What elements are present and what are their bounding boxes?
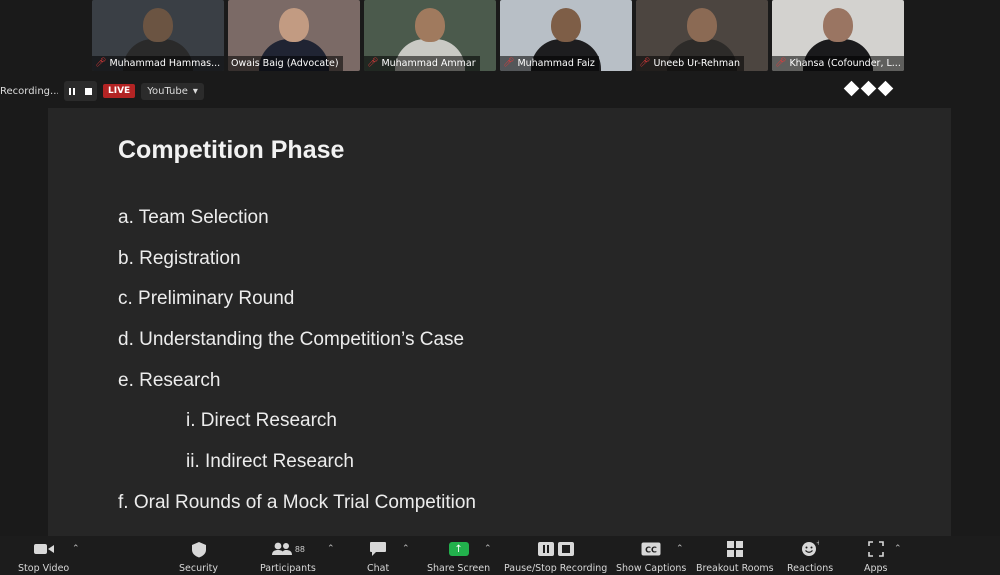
slide-bullet-item: c. Preliminary Round bbox=[118, 288, 295, 310]
video-options-caret-icon[interactable]: ⌃ bbox=[72, 544, 80, 554]
svg-text:CC: CC bbox=[645, 546, 657, 555]
apps-button[interactable]: Apps bbox=[864, 540, 888, 575]
slide-bullet-item: b. Registration bbox=[118, 247, 241, 269]
breakout-rooms-button[interactable]: Breakout Rooms bbox=[696, 540, 774, 575]
slide-title: Competition Phase bbox=[118, 136, 345, 164]
chat-button[interactable]: Chat bbox=[367, 540, 389, 575]
participants-button[interactable]: 88 Participants bbox=[260, 540, 316, 575]
participant-tile[interactable]: 🎤︎ Muhammad Hammas... bbox=[92, 0, 224, 71]
meeting-toolbar: Stop Video ⌃ Security 88 Participants ⌃ … bbox=[0, 536, 1000, 575]
participant-nameplate: 🎤︎ Muhammad Ammar bbox=[364, 56, 480, 71]
slide-bullet-item: e. Research bbox=[118, 369, 221, 391]
participant-name: Muhammad Hammas... bbox=[109, 58, 221, 69]
participant-tile[interactable]: Owais Baig (Advocate) bbox=[228, 0, 360, 71]
stop-video-button[interactable]: Stop Video bbox=[18, 540, 69, 575]
participant-tile[interactable]: 🎤︎ Muhammad Faiz bbox=[500, 0, 632, 71]
share-options-caret-icon[interactable]: ⌃ bbox=[484, 544, 492, 554]
slide-bullet-item: d. Understanding the Competition’s Case bbox=[118, 329, 465, 351]
participant-tile[interactable]: 🎤︎ Khansa (Cofounder, L... bbox=[772, 0, 904, 71]
shield-icon bbox=[191, 540, 207, 558]
participant-face bbox=[551, 8, 581, 42]
apps-icon bbox=[867, 540, 884, 558]
view-options-icon[interactable] bbox=[843, 80, 894, 97]
participant-face bbox=[279, 8, 309, 42]
share-screen-label: Share Screen bbox=[427, 563, 491, 574]
show-captions-label: Show Captions bbox=[616, 563, 687, 574]
participant-name: Khansa (Cofounder, L... bbox=[789, 58, 901, 69]
apps-options-caret-icon[interactable]: ⌃ bbox=[894, 544, 902, 554]
participant-tile[interactable]: 🎤︎ Muhammad Ammar bbox=[364, 0, 496, 71]
stop-video-label: Stop Video bbox=[18, 563, 70, 574]
recording-status: Recording... bbox=[0, 85, 58, 97]
participant-face bbox=[823, 8, 853, 42]
pause-stop-recording-label: Pause/Stop Recording bbox=[504, 563, 608, 574]
participant-name: Muhammad Ammar bbox=[381, 58, 476, 69]
video-camera-icon bbox=[33, 540, 55, 558]
closed-captions-icon: CC bbox=[641, 540, 661, 558]
apps-label: Apps bbox=[864, 563, 888, 574]
reactions-button[interactable]: + Reactions bbox=[787, 540, 833, 575]
live-badge: LIVE bbox=[103, 84, 136, 98]
participants-icon: 88 bbox=[271, 540, 305, 558]
recording-controls bbox=[64, 81, 97, 101]
grid-icon bbox=[726, 540, 743, 558]
chevron-down-icon: ▾ bbox=[192, 85, 198, 97]
security-label: Security bbox=[179, 563, 219, 574]
breakout-rooms-label: Breakout Rooms bbox=[696, 563, 774, 574]
slide-bullet-list: a. Team Selection b. Registration c. Preli… bbox=[118, 204, 476, 530]
participants-count: 88 bbox=[294, 544, 305, 554]
participant-face bbox=[143, 8, 173, 42]
participant-name: Muhammad Faiz bbox=[517, 58, 595, 69]
participant-nameplate: 🎤︎ Khansa (Cofounder, L... bbox=[772, 56, 904, 71]
stream-label: YouTube bbox=[147, 85, 188, 97]
recording-bar: Recording... LIVE YouTube ▾ bbox=[0, 80, 204, 102]
mic-muted-icon: 🎤︎ bbox=[367, 58, 379, 68]
shared-slide: Competition Phase a. Team Selection b. Re… bbox=[48, 108, 951, 536]
chat-label: Chat bbox=[367, 563, 390, 574]
participant-nameplate: 🎤︎ Uneeb Ur-Rehman bbox=[636, 56, 744, 71]
security-button[interactable]: Security bbox=[179, 540, 218, 575]
reactions-label: Reactions bbox=[787, 563, 834, 574]
chat-bubble-icon bbox=[369, 540, 387, 558]
chat-options-caret-icon[interactable]: ⌃ bbox=[402, 544, 410, 554]
svg-text:+: + bbox=[816, 540, 819, 547]
stream-selector[interactable]: YouTube ▾ bbox=[141, 82, 204, 100]
pause-recording-icon[interactable] bbox=[69, 87, 75, 95]
participant-name: Uneeb Ur-Rehman bbox=[653, 58, 740, 69]
slide-bullet-item: ii. Indirect Research bbox=[186, 451, 354, 473]
mic-muted-icon: 🎤︎ bbox=[775, 58, 787, 68]
participant-tile[interactable]: 🎤︎ Uneeb Ur-Rehman bbox=[636, 0, 768, 71]
smiley-icon: + bbox=[801, 540, 819, 558]
participant-face bbox=[415, 8, 445, 42]
participant-nameplate: 🎤︎ Muhammad Faiz bbox=[500, 56, 599, 71]
mic-muted-icon: 🎤︎ bbox=[639, 58, 651, 68]
mic-muted-icon: 🎤︎ bbox=[503, 58, 515, 68]
participants-label: Participants bbox=[260, 563, 316, 574]
participant-strip: 🎤︎ Muhammad Hammas... Owais Baig (Advocate… bbox=[92, 0, 904, 71]
participant-nameplate: 🎤︎ Muhammad Hammas... bbox=[92, 56, 224, 71]
share-screen-button[interactable]: ↑ Share Screen bbox=[427, 540, 490, 575]
participant-face bbox=[687, 8, 717, 42]
pause-stop-icon bbox=[537, 540, 575, 558]
captions-options-caret-icon[interactable]: ⌃ bbox=[676, 544, 684, 554]
participant-name: Owais Baig (Advocate) bbox=[231, 58, 339, 69]
stop-recording-icon[interactable] bbox=[85, 87, 92, 95]
participants-options-caret-icon[interactable]: ⌃ bbox=[327, 544, 335, 554]
mic-muted-icon: 🎤︎ bbox=[95, 58, 107, 68]
slide-bullet-item: i. Direct Research bbox=[186, 410, 337, 432]
share-screen-icon: ↑ bbox=[448, 540, 469, 558]
participant-nameplate: Owais Baig (Advocate) bbox=[228, 56, 343, 71]
slide-bullet-item: a. Team Selection bbox=[118, 207, 269, 228]
slide-bullet-item: f. Oral Rounds of a Mock Trial Competiti… bbox=[118, 491, 476, 513]
pause-stop-recording-button[interactable]: Pause/Stop Recording bbox=[504, 540, 607, 575]
